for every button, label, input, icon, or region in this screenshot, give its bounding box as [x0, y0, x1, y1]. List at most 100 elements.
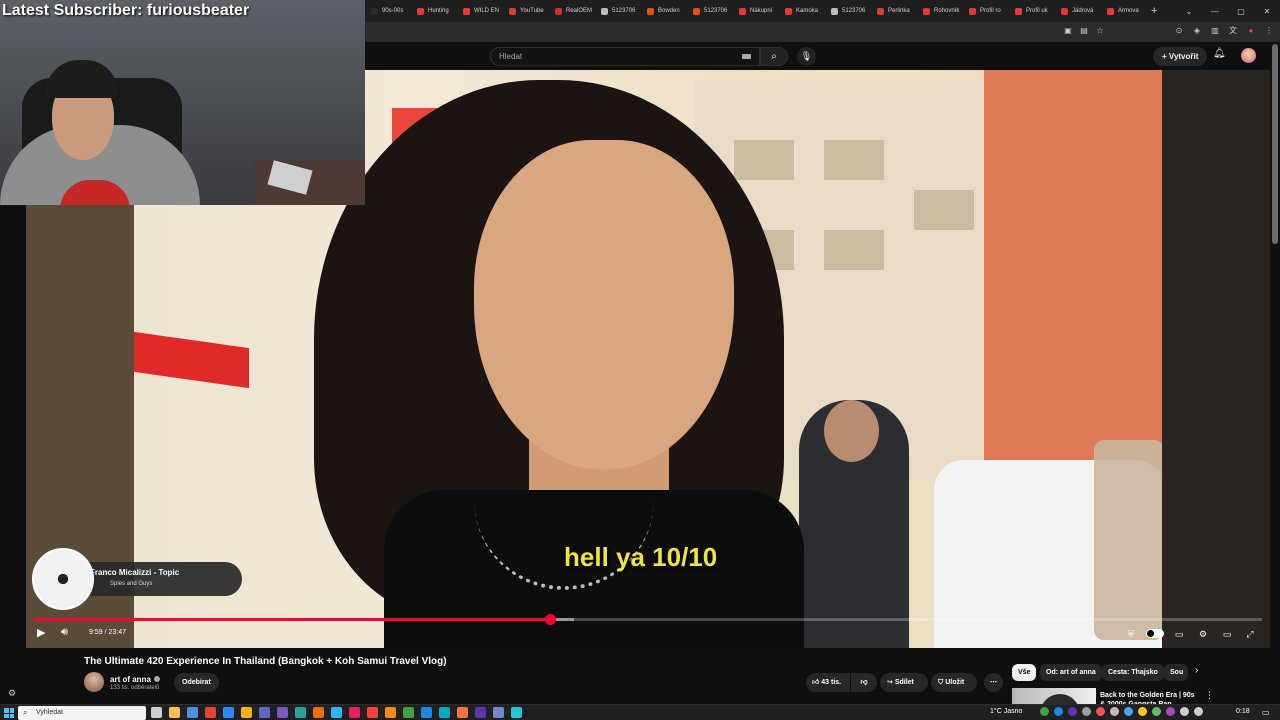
windows-start-icon[interactable]	[4, 708, 14, 718]
picture-in-picture-icon[interactable]: ▣	[1063, 26, 1073, 36]
account-avatar[interactable]	[1241, 48, 1256, 63]
tray-icon[interactable]	[1138, 707, 1147, 716]
tray-icon[interactable]	[1166, 707, 1175, 716]
tray-icon[interactable]	[1152, 707, 1161, 716]
volume-icon[interactable]: 🔊︎	[61, 626, 68, 639]
volume-icon[interactable]	[1194, 707, 1203, 716]
keyboard-icon[interactable]	[742, 54, 751, 59]
extensions-icon[interactable]: ◈	[1192, 26, 1202, 36]
app-icon[interactable]	[457, 707, 468, 718]
close-icon[interactable]: ✕	[1254, 7, 1280, 16]
tray-icon[interactable]	[1040, 707, 1049, 716]
download-icon[interactable]: ⊙	[1174, 26, 1184, 36]
subtitles-icon[interactable]: ▭	[1172, 627, 1186, 641]
app-icon[interactable]	[439, 707, 450, 718]
file-explorer-icon[interactable]	[169, 707, 180, 718]
tray-icon[interactable]	[1096, 707, 1105, 716]
app-icon[interactable]	[313, 707, 324, 718]
like-button[interactable]: 👍︎ 43 tis.	[806, 673, 850, 692]
notifications-bell-icon[interactable]: 🔔︎	[1213, 48, 1226, 59]
app-icon[interactable]	[259, 707, 270, 718]
browser-tab[interactable]: Armova	[1101, 0, 1145, 22]
chip-related[interactable]: Sou	[1164, 664, 1188, 681]
sidebar-icon[interactable]: ▥	[1210, 26, 1220, 36]
new-tab-button[interactable]: +	[1145, 5, 1163, 17]
chip-travel-thailand[interactable]: Cesta: Thajsko	[1102, 664, 1164, 681]
taskbar-search-input[interactable]: ⌕ Vyhledat	[18, 706, 146, 720]
browser-tab[interactable]: Hunting	[411, 0, 457, 22]
app-icon[interactable]	[385, 707, 396, 718]
browser-tab[interactable]: Bowden	[641, 0, 687, 22]
app-icon[interactable]	[295, 707, 306, 718]
app-icon[interactable]	[241, 707, 252, 718]
translate-icon[interactable]: 文	[1228, 26, 1238, 36]
browser-tab[interactable]: Kamoka	[779, 0, 825, 22]
app-icon[interactable]	[511, 707, 522, 718]
browser-tab[interactable]: WILD EN	[457, 0, 503, 22]
save-button[interactable]: ⛉ Uložit	[931, 673, 977, 692]
tray-icon[interactable]	[1054, 707, 1063, 716]
discord-icon[interactable]	[475, 707, 486, 718]
theater-mode-icon[interactable]: ▭	[1220, 627, 1234, 641]
dislike-button[interactable]: 👎︎	[851, 673, 877, 692]
browser-tab[interactable]: 5123706	[687, 0, 733, 22]
maximize-icon[interactable]: ▢	[1228, 7, 1254, 16]
play-icon[interactable]: ▶	[37, 626, 45, 639]
weather-widget[interactable]: 1°C Jasno	[990, 708, 1022, 715]
network-icon[interactable]	[1180, 707, 1189, 716]
chrome-icon[interactable]	[205, 707, 216, 718]
app-icon[interactable]	[277, 707, 288, 718]
more-actions-button[interactable]: ⋯	[984, 673, 1003, 692]
progress-scrubber[interactable]	[544, 614, 556, 625]
browser-tab[interactable]: Profil uk	[1009, 0, 1055, 22]
menu-icon[interactable]: ⋮	[1264, 26, 1274, 36]
subscribe-button[interactable]: Odebírat	[174, 673, 219, 692]
browser-tab[interactable]: Perlinka	[871, 0, 917, 22]
browser-tab[interactable]: 5123706	[595, 0, 641, 22]
voice-search-button[interactable]: 🎙︎	[797, 47, 816, 66]
minimize-icon[interactable]: —	[1202, 7, 1228, 16]
tray-icon[interactable]	[1082, 707, 1091, 716]
music-card[interactable]	[32, 548, 242, 610]
share-button[interactable]: ↪ Sdílet	[880, 673, 928, 692]
sponsor-shield-icon[interactable]: ⛨	[1124, 627, 1138, 641]
tray-icon[interactable]	[1110, 707, 1119, 716]
browser-tab[interactable]: RealOEM	[549, 0, 595, 22]
task-view-icon[interactable]	[151, 707, 162, 718]
browser-tab[interactable]: Nákupní	[733, 0, 779, 22]
progress-bar[interactable]	[34, 614, 1262, 625]
app-icon[interactable]	[421, 707, 432, 718]
search-input[interactable]: Hledat	[490, 47, 760, 66]
app-icon[interactable]	[331, 707, 342, 718]
page-scrollbar-thumb[interactable]	[1272, 44, 1278, 244]
browser-tab[interactable]: YouTube	[503, 0, 549, 22]
autoplay-toggle[interactable]	[1146, 629, 1164, 638]
chip-from-channel[interactable]: Od: art of anna	[1040, 664, 1102, 681]
tab-list-icon[interactable]: ⌄	[1176, 7, 1202, 16]
create-button[interactable]: + Vytvořit	[1153, 47, 1208, 66]
screenshot-icon[interactable]: ▤	[1079, 26, 1089, 36]
channel-avatar[interactable]	[84, 672, 104, 692]
search-button[interactable]: ⌕	[760, 47, 788, 66]
fullscreen-icon[interactable]: ⤢	[1243, 627, 1257, 641]
app-icon[interactable]	[349, 707, 360, 718]
notification-icon[interactable]: ▭	[1262, 708, 1270, 717]
channel-name[interactable]: art of anna	[110, 675, 160, 684]
tray-icon[interactable]	[1124, 707, 1133, 716]
settings-gear-icon[interactable]: ⚙	[1196, 627, 1210, 641]
browser-tab[interactable]: Jádrová	[1055, 0, 1101, 22]
browser-tab[interactable]: 5123706	[825, 0, 871, 22]
app-icon[interactable]	[367, 707, 378, 718]
record-icon[interactable]: ●	[1246, 26, 1256, 36]
browser-tab[interactable]: Profil ro	[963, 0, 1009, 22]
browser-tab[interactable]: Rohovník	[917, 0, 963, 22]
browser-tab[interactable]: 90s-00s	[365, 0, 411, 22]
app-icon[interactable]	[493, 707, 504, 718]
app-icon[interactable]	[187, 707, 198, 718]
gear-icon[interactable]: ⚙	[8, 688, 16, 699]
chip-all[interactable]: Vše	[1012, 664, 1037, 681]
app-icon[interactable]	[223, 707, 234, 718]
recommended-more-icon[interactable]: ⋮	[1205, 690, 1214, 701]
taskbar-clock[interactable]: 0:18	[1236, 708, 1250, 715]
chevron-right-icon[interactable]: ›	[1195, 665, 1198, 676]
